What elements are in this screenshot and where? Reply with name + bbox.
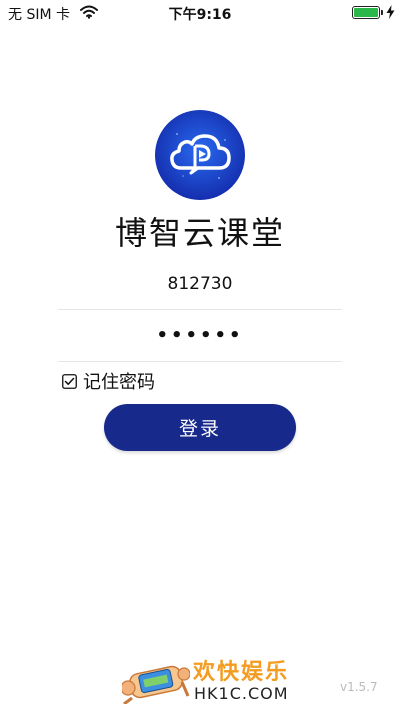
- watermark-text-en: HK1C.COM: [194, 684, 289, 703]
- watermark-text-cn: 欢快娱乐: [193, 660, 290, 685]
- charging-icon: [386, 5, 395, 19]
- remember-password-label: 记住密码: [83, 372, 155, 393]
- password-input-value[interactable]: ••••••: [156, 325, 243, 346]
- battery-level-fill: [354, 8, 378, 17]
- status-time: 下午9:16: [168, 7, 232, 23]
- battery-icon: [352, 6, 380, 19]
- status-bar: 无 SIM 卡 下午9:16: [0, 0, 400, 26]
- remember-password-toggle[interactable]: 记住密码: [62, 370, 155, 393]
- checkbox-checked-icon[interactable]: [62, 373, 77, 389]
- app-logo: [155, 110, 245, 200]
- watermark-gamer-illustration: [122, 665, 190, 704]
- login-button[interactable]: 登录: [104, 404, 296, 451]
- app-title: 博智云课堂: [114, 214, 285, 252]
- battery-tip: [381, 10, 383, 15]
- version-label: v1.5.7: [340, 680, 378, 694]
- account-field[interactable]: 812730: [58, 258, 342, 310]
- account-input-value[interactable]: 812730: [168, 274, 233, 294]
- password-field[interactable]: ••••••: [58, 310, 342, 362]
